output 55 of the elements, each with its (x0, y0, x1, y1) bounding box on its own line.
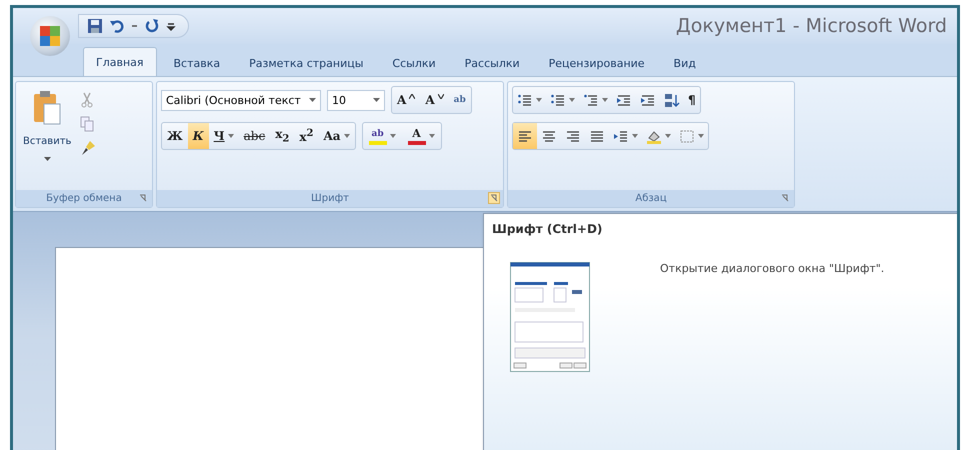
dialog-launcher-button[interactable] (779, 192, 791, 204)
borders-icon (679, 128, 695, 144)
group-label: Буфер обмена (46, 193, 122, 204)
format-button[interactable]: Aa (318, 123, 355, 149)
dialog-launcher-button[interactable] (137, 192, 149, 204)
format-button[interactable]: x$^{2}$ (294, 123, 318, 149)
format-button[interactable]: Ч (208, 123, 239, 149)
undo-icon[interactable] (109, 18, 125, 34)
ribbon-tab[interactable]: Вид (662, 51, 708, 76)
tooltip-description: Открытие диалогового окна "Шрифт". (660, 262, 884, 277)
color-button[interactable]: ab (362, 123, 402, 149)
caret-down-icon (438, 94, 444, 98)
color-button[interactable]: A (402, 123, 441, 149)
office-button[interactable] (30, 16, 70, 56)
paste-button[interactable]: Вставить (20, 86, 74, 190)
group-label: Абзац (635, 193, 667, 204)
format-button[interactable]: К (188, 123, 209, 149)
group-label: Шрифт (311, 193, 349, 204)
line-spacing-icon (613, 128, 629, 144)
font-button[interactable]: A (392, 87, 420, 113)
ribbon-tab[interactable]: Рецензирование (536, 51, 657, 76)
tooltip-title: Шрифт (Ctrl+D) (492, 222, 604, 236)
clipboard-icon (32, 90, 62, 126)
format-button[interactable]: x$_{2}$ (270, 123, 294, 149)
bullets-icon (517, 92, 533, 108)
align-left-icon (517, 128, 533, 144)
pilcrow-button[interactable]: ¶ (684, 87, 700, 113)
ribbon-tab[interactable]: Вставка (162, 51, 232, 76)
align-right-icon (565, 128, 581, 144)
font-name-field[interactable]: Calibri (Основной текст (161, 90, 321, 110)
save-icon[interactable] (87, 18, 103, 34)
dialog-launcher-button[interactable] (488, 192, 500, 204)
redo-icon[interactable] (144, 18, 160, 34)
font-size-field[interactable]: 10 (327, 90, 385, 110)
shading-icon (646, 128, 662, 144)
window-title: Документ1 - Microsoft Word (676, 15, 947, 37)
outdent-icon (616, 92, 632, 108)
caret-up-icon (409, 94, 416, 98)
align-center-icon (541, 128, 557, 144)
brush-icon[interactable] (80, 140, 96, 156)
ribbon-tab[interactable]: Ссылки (380, 51, 448, 76)
font-button[interactable]: A (420, 87, 449, 113)
ribbon-tab[interactable]: Главная (83, 47, 157, 76)
numbering-icon (550, 92, 566, 108)
justify-icon (589, 128, 605, 144)
ribbon-tab[interactable]: Рассылки (452, 51, 532, 76)
indent-icon (640, 92, 656, 108)
multilevel-icon (583, 92, 599, 108)
align-left-button[interactable] (513, 123, 537, 149)
font-button[interactable]: ab (448, 87, 471, 113)
office-logo-icon (37, 23, 63, 49)
ribbon-tab[interactable]: Разметка страницы (237, 51, 376, 76)
format-button[interactable]: abc (238, 123, 270, 149)
format-button[interactable]: Ж (162, 123, 188, 149)
sort-icon (664, 92, 680, 108)
